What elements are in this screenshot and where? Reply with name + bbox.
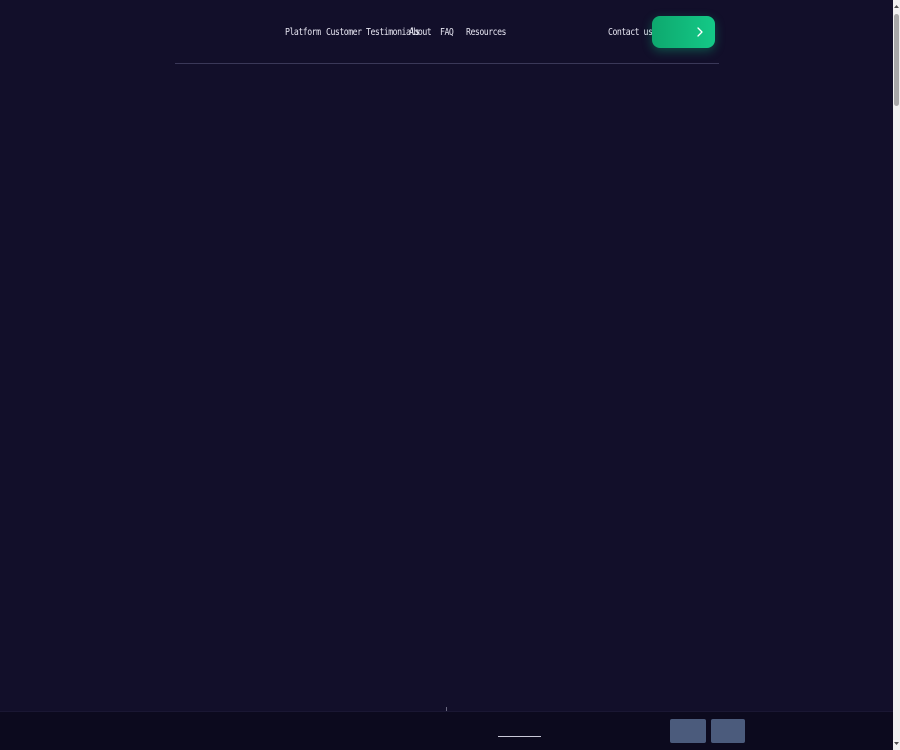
scroll-down-arrow-icon[interactable] <box>893 739 900 748</box>
chevron-right-icon <box>697 27 703 37</box>
bottom-button-2[interactable] <box>711 719 745 743</box>
nav-link-platform[interactable]: Platform <box>285 27 321 38</box>
bottom-underline <box>498 736 541 737</box>
bottom-bar <box>0 711 893 750</box>
scroll-up-arrow-icon[interactable] <box>893 2 900 11</box>
nav-link-contact-us[interactable]: Contact us <box>608 27 653 38</box>
cta-button[interactable] <box>652 16 715 48</box>
main-nav: Platform Customer Testimonials About FAQ… <box>0 27 893 41</box>
nav-link-faq[interactable]: FAQ <box>440 27 454 38</box>
vertical-scrollbar[interactable] <box>893 0 900 750</box>
page: Platform Customer Testimonials About FAQ… <box>0 0 900 750</box>
nav-link-resources[interactable]: Resources <box>466 27 507 38</box>
header-divider <box>175 63 719 64</box>
nav-link-customer-testimonials[interactable]: Customer Testimonials <box>326 27 420 38</box>
bottom-button-1[interactable] <box>670 719 706 743</box>
site-header: Platform Customer Testimonials About FAQ… <box>0 0 893 64</box>
nav-link-about[interactable]: About <box>409 27 432 38</box>
scrollbar-thumb[interactable] <box>894 14 899 106</box>
